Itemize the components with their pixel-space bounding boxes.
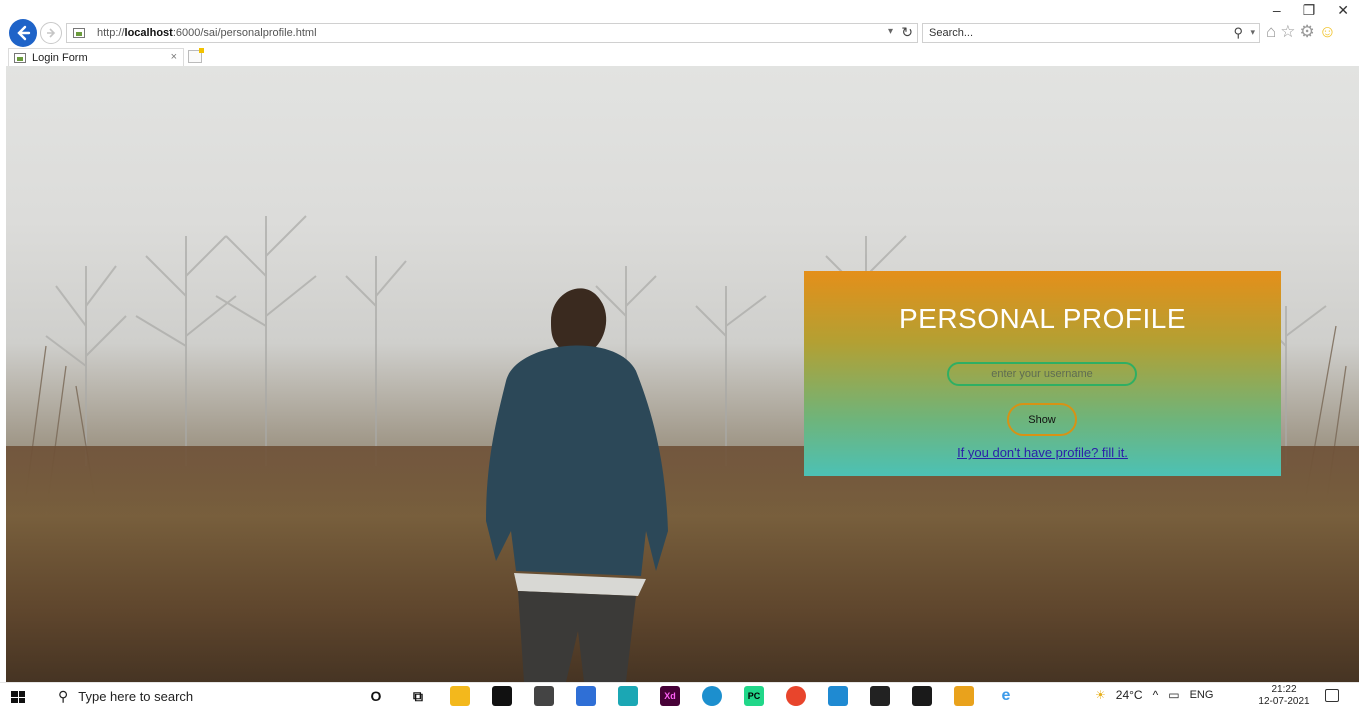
show-button[interactable]: Show — [1007, 403, 1077, 436]
windows-start-icon[interactable] — [11, 691, 25, 703]
paint-icon[interactable] — [954, 686, 974, 706]
chrome-icon[interactable] — [786, 686, 806, 706]
username-input[interactable] — [947, 362, 1137, 386]
task-view-icon[interactable]: ⧉ — [408, 686, 428, 706]
search-icon: ⚲ — [58, 688, 69, 704]
url-path: :6000/sai/personalprofile.html — [172, 27, 317, 39]
whatsapp-icon[interactable] — [618, 686, 638, 706]
browser-search-input[interactable]: Search... ⚲ ▾ — [922, 23, 1260, 43]
fill-profile-link[interactable]: If you don't have profile? fill it. — [804, 445, 1281, 460]
close-icon[interactable]: ✕ — [1337, 2, 1349, 19]
window-controls: – ❐ ✕ — [1273, 2, 1349, 19]
page-icon — [73, 28, 85, 38]
weather-temp[interactable]: 24°C — [1116, 688, 1143, 702]
battery-icon[interactable]: ▭ — [1168, 688, 1179, 702]
minimize-icon[interactable]: – — [1273, 2, 1281, 19]
arrow-left-icon — [17, 25, 31, 41]
maximize-icon[interactable]: ❐ — [1303, 2, 1316, 19]
tab-title: Login Form — [32, 51, 88, 64]
notification-center-icon[interactable] — [1325, 689, 1339, 702]
url-host: localhost — [124, 27, 173, 39]
settings-gear-icon[interactable]: ⚙ — [1300, 22, 1315, 42]
search-icon[interactable]: ⚲ — [1233, 25, 1243, 41]
browser-toolbar: ⌂ ☆ ⚙ ☺ — [1266, 22, 1336, 42]
taskbar-search[interactable]: ⚲ Type here to search — [58, 688, 193, 705]
edge-icon[interactable] — [702, 686, 722, 706]
tab-login-form[interactable]: Login Form × — [8, 48, 184, 66]
weather-icon[interactable]: ☀ — [1095, 688, 1106, 702]
adobe-xd-icon[interactable]: Xd — [660, 686, 680, 706]
terminal-icon[interactable] — [870, 686, 890, 706]
refresh-icon[interactable]: ↻ — [901, 24, 913, 41]
url-text: http://localhost:6000/sai/personalprofil… — [97, 27, 317, 39]
tab-bar: Login Form × — [0, 48, 1359, 66]
system-tray: ☀ 24°C ^ ▭ ENG — [1095, 688, 1213, 702]
tab-page-icon — [14, 52, 26, 63]
background-person-image — [486, 288, 668, 682]
back-button[interactable] — [9, 19, 37, 47]
file-explorer-icon[interactable] — [450, 686, 470, 706]
home-icon[interactable]: ⌂ — [1266, 22, 1276, 42]
photos-icon[interactable] — [912, 686, 932, 706]
feedback-smiley-icon[interactable]: ☺ — [1319, 22, 1336, 42]
internet-explorer-icon[interactable]: e — [996, 686, 1016, 706]
mail-icon[interactable] — [534, 686, 554, 706]
search-dropdown-icon[interactable]: ▾ — [1250, 27, 1255, 38]
navigation-bar: http://localhost:6000/sai/personalprofil… — [0, 18, 1359, 48]
taskbar: ⚲ Type here to search O ⧉ Xd PC e ☀ 24°C… — [0, 682, 1359, 710]
cortana-icon[interactable]: O — [366, 686, 386, 706]
language-indicator[interactable]: ENG — [1190, 689, 1214, 701]
clock-time: 21:22 — [1271, 684, 1297, 695]
card-title: PERSONAL PROFILE — [898, 303, 1187, 334]
pycharm-icon[interactable]: PC — [744, 686, 764, 706]
forward-button[interactable] — [40, 22, 62, 44]
chevron-up-icon[interactable]: ^ — [1153, 688, 1159, 702]
favorites-star-icon[interactable]: ☆ — [1280, 22, 1295, 42]
taskbar-search-placeholder: Type here to search — [78, 689, 194, 704]
store-icon[interactable] — [492, 686, 512, 706]
vscode-icon[interactable] — [828, 686, 848, 706]
arrow-right-icon — [47, 28, 56, 38]
browser-search-placeholder: Search... — [929, 27, 974, 39]
address-bar[interactable]: http://localhost:6000/sai/personalprofil… — [66, 23, 918, 43]
taskbar-apps: O ⧉ Xd PC e — [366, 686, 1016, 706]
browser-chrome: – ❐ ✕ http://localhost:6000/sai/personal… — [0, 0, 1359, 66]
new-tab-button[interactable] — [188, 48, 204, 63]
clock-date: 12-07-2021 — [1258, 696, 1310, 707]
personal-profile-card: PERSONAL PROFILE Show If you don't have … — [804, 271, 1281, 476]
taskbar-clock[interactable]: 21:22 12-07-2021 — [1255, 684, 1313, 708]
url-prefix: http:// — [97, 27, 125, 39]
page-viewport: PERSONAL PROFILE Show If you don't have … — [6, 66, 1359, 682]
tab-close-icon[interactable]: × — [171, 51, 177, 63]
blue-app-icon[interactable] — [576, 686, 596, 706]
address-dropdown-icon[interactable]: ▾ — [888, 26, 893, 37]
